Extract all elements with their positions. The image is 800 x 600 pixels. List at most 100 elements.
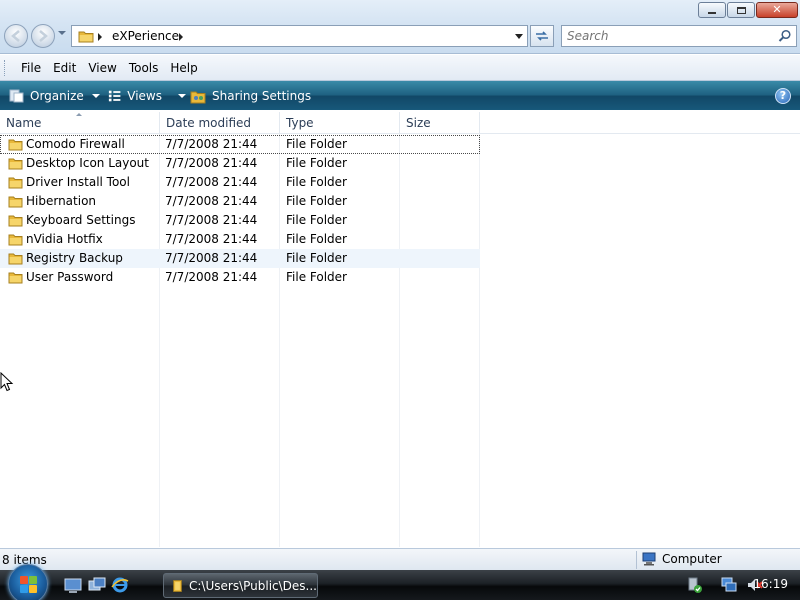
- file-name: Keyboard Settings: [26, 213, 136, 227]
- file-type: File Folder: [286, 156, 347, 170]
- menu-bar: File Edit View Tools Help: [0, 55, 800, 81]
- back-arrow-icon: [11, 30, 20, 42]
- folder-icon: [8, 177, 23, 189]
- minimize-icon: [708, 11, 716, 14]
- search-icon[interactable]: [778, 29, 792, 43]
- security-icon[interactable]: [686, 576, 704, 594]
- file-list-view: Name Date modified Type Size Comodo Fire…: [0, 110, 800, 547]
- close-icon: ✕: [772, 3, 782, 16]
- menu-grip: [4, 59, 7, 76]
- file-row[interactable]: Comodo Firewall 7/7/2008 21:44 File Folder: [0, 135, 480, 154]
- file-date-modified: 7/7/2008 21:44: [165, 137, 258, 151]
- views-dropdown-icon[interactable]: [178, 93, 186, 98]
- address-dropdown-icon[interactable]: [515, 34, 523, 39]
- menu-edit[interactable]: Edit: [47, 61, 82, 75]
- breadcrumb-separator-icon[interactable]: [179, 33, 183, 41]
- folder-icon: [8, 196, 23, 208]
- sharing-settings-label: Sharing Settings: [212, 88, 312, 103]
- file-type: File Folder: [286, 175, 347, 189]
- breadcrumb-location[interactable]: eXPerience: [112, 29, 179, 43]
- file-rows: Comodo Firewall 7/7/2008 21:44 File Folder…: [0, 135, 480, 287]
- file-row[interactable]: nVidia Hotfix 7/7/2008 21:44 File Folder: [0, 230, 480, 249]
- sharing-icon: [190, 91, 206, 103]
- file-name: Driver Install Tool: [26, 175, 130, 189]
- taskbar-window-button[interactable]: C:\Users\Public\Des...: [163, 573, 318, 598]
- file-name: Comodo Firewall: [26, 137, 125, 151]
- sort-ascending-icon: [76, 113, 82, 116]
- recent-pages-dropdown-icon[interactable]: [58, 31, 66, 35]
- forward-button[interactable]: [31, 24, 55, 48]
- file-row[interactable]: User Password 7/7/2008 21:44 File Folder: [0, 268, 480, 287]
- folder-icon: [8, 234, 23, 246]
- minimize-button[interactable]: [698, 2, 726, 18]
- window-title-area: ✕ eXPerience: [0, 0, 800, 54]
- views-icon: [108, 90, 121, 101]
- start-button[interactable]: [8, 564, 48, 600]
- search-box[interactable]: [561, 25, 797, 47]
- internet-explorer-icon[interactable]: [111, 576, 129, 594]
- file-date-modified: 7/7/2008 21:44: [165, 213, 258, 227]
- file-name: Registry Backup: [26, 251, 123, 265]
- refresh-button[interactable]: [530, 25, 554, 47]
- folder-icon: [8, 158, 23, 170]
- caption-buttons: ✕: [698, 2, 798, 18]
- column-header-size[interactable]: Size: [400, 112, 480, 134]
- file-row[interactable]: Keyboard Settings 7/7/2008 21:44 File Fold…: [0, 211, 480, 230]
- sharing-settings-button[interactable]: Sharing Settings: [186, 81, 311, 110]
- column-header-name[interactable]: Name: [0, 112, 160, 134]
- command-bar: Organize Views Sharing Settings ?: [0, 81, 800, 110]
- maximize-button[interactable]: [727, 2, 755, 18]
- file-row[interactable]: Driver Install Tool 7/7/2008 21:44 File Fo…: [0, 173, 480, 192]
- forward-arrow-icon: [39, 30, 48, 42]
- maximize-icon: [736, 6, 746, 14]
- column-header-date-modified[interactable]: Date modified: [160, 112, 280, 134]
- organize-button[interactable]: Organize: [0, 81, 102, 110]
- menu-view[interactable]: View: [82, 61, 122, 75]
- file-type: File Folder: [286, 137, 347, 151]
- views-button[interactable]: Views: [102, 81, 186, 110]
- folder-icon: [8, 215, 23, 227]
- taskbar-window-label: C:\Users\Public\Des...: [189, 578, 317, 593]
- search-input[interactable]: [562, 26, 767, 46]
- folder-icon: [8, 253, 23, 265]
- column-header-name-label: Name: [6, 116, 42, 130]
- windows-logo-icon: [20, 576, 38, 594]
- folder-icon: [78, 31, 94, 43]
- switch-windows-icon[interactable]: [88, 576, 106, 594]
- breadcrumb-separator-icon[interactable]: [98, 33, 102, 41]
- file-date-modified: 7/7/2008 21:44: [165, 156, 258, 170]
- computer-icon: [642, 552, 656, 566]
- address-bar[interactable]: eXPerience: [71, 25, 528, 47]
- file-row[interactable]: Desktop Icon Layout 7/7/2008 21:44 File Fo…: [0, 154, 480, 173]
- menu-help[interactable]: Help: [164, 61, 203, 75]
- taskbar: C:\Users\Public\Des... 16:19: [0, 564, 800, 600]
- file-date-modified: 7/7/2008 21:44: [165, 175, 258, 189]
- close-button[interactable]: ✕: [756, 2, 798, 18]
- refresh-icon: [536, 31, 548, 41]
- status-zone: Computer: [641, 552, 722, 566]
- show-desktop-icon[interactable]: [64, 576, 82, 594]
- menu-file[interactable]: File: [15, 61, 47, 75]
- file-date-modified: 7/7/2008 21:44: [165, 270, 258, 284]
- folder-icon: [8, 139, 23, 151]
- organize-icon: [9, 89, 24, 103]
- clock[interactable]: 16:19: [753, 577, 788, 591]
- file-row[interactable]: Hibernation 7/7/2008 21:44 File Folder: [0, 192, 480, 211]
- file-date-modified: 7/7/2008 21:44: [165, 251, 258, 265]
- file-type: File Folder: [286, 232, 347, 246]
- menu-tools[interactable]: Tools: [123, 61, 165, 75]
- back-button[interactable]: [4, 24, 28, 48]
- file-date-modified: 7/7/2008 21:44: [165, 232, 258, 246]
- file-type: File Folder: [286, 194, 347, 208]
- status-location: Computer: [662, 552, 722, 566]
- status-bar: 8 items Computer: [0, 548, 800, 570]
- views-label: Views: [127, 88, 162, 103]
- network-icon[interactable]: [720, 576, 738, 594]
- file-row[interactable]: Registry Backup 7/7/2008 21:44 File Folder: [0, 249, 480, 268]
- file-type: File Folder: [286, 251, 347, 265]
- file-name: User Password: [26, 270, 114, 284]
- status-divider: [636, 551, 637, 569]
- column-header-type[interactable]: Type: [280, 112, 400, 134]
- help-icon[interactable]: ?: [775, 88, 791, 104]
- file-type: File Folder: [286, 213, 347, 227]
